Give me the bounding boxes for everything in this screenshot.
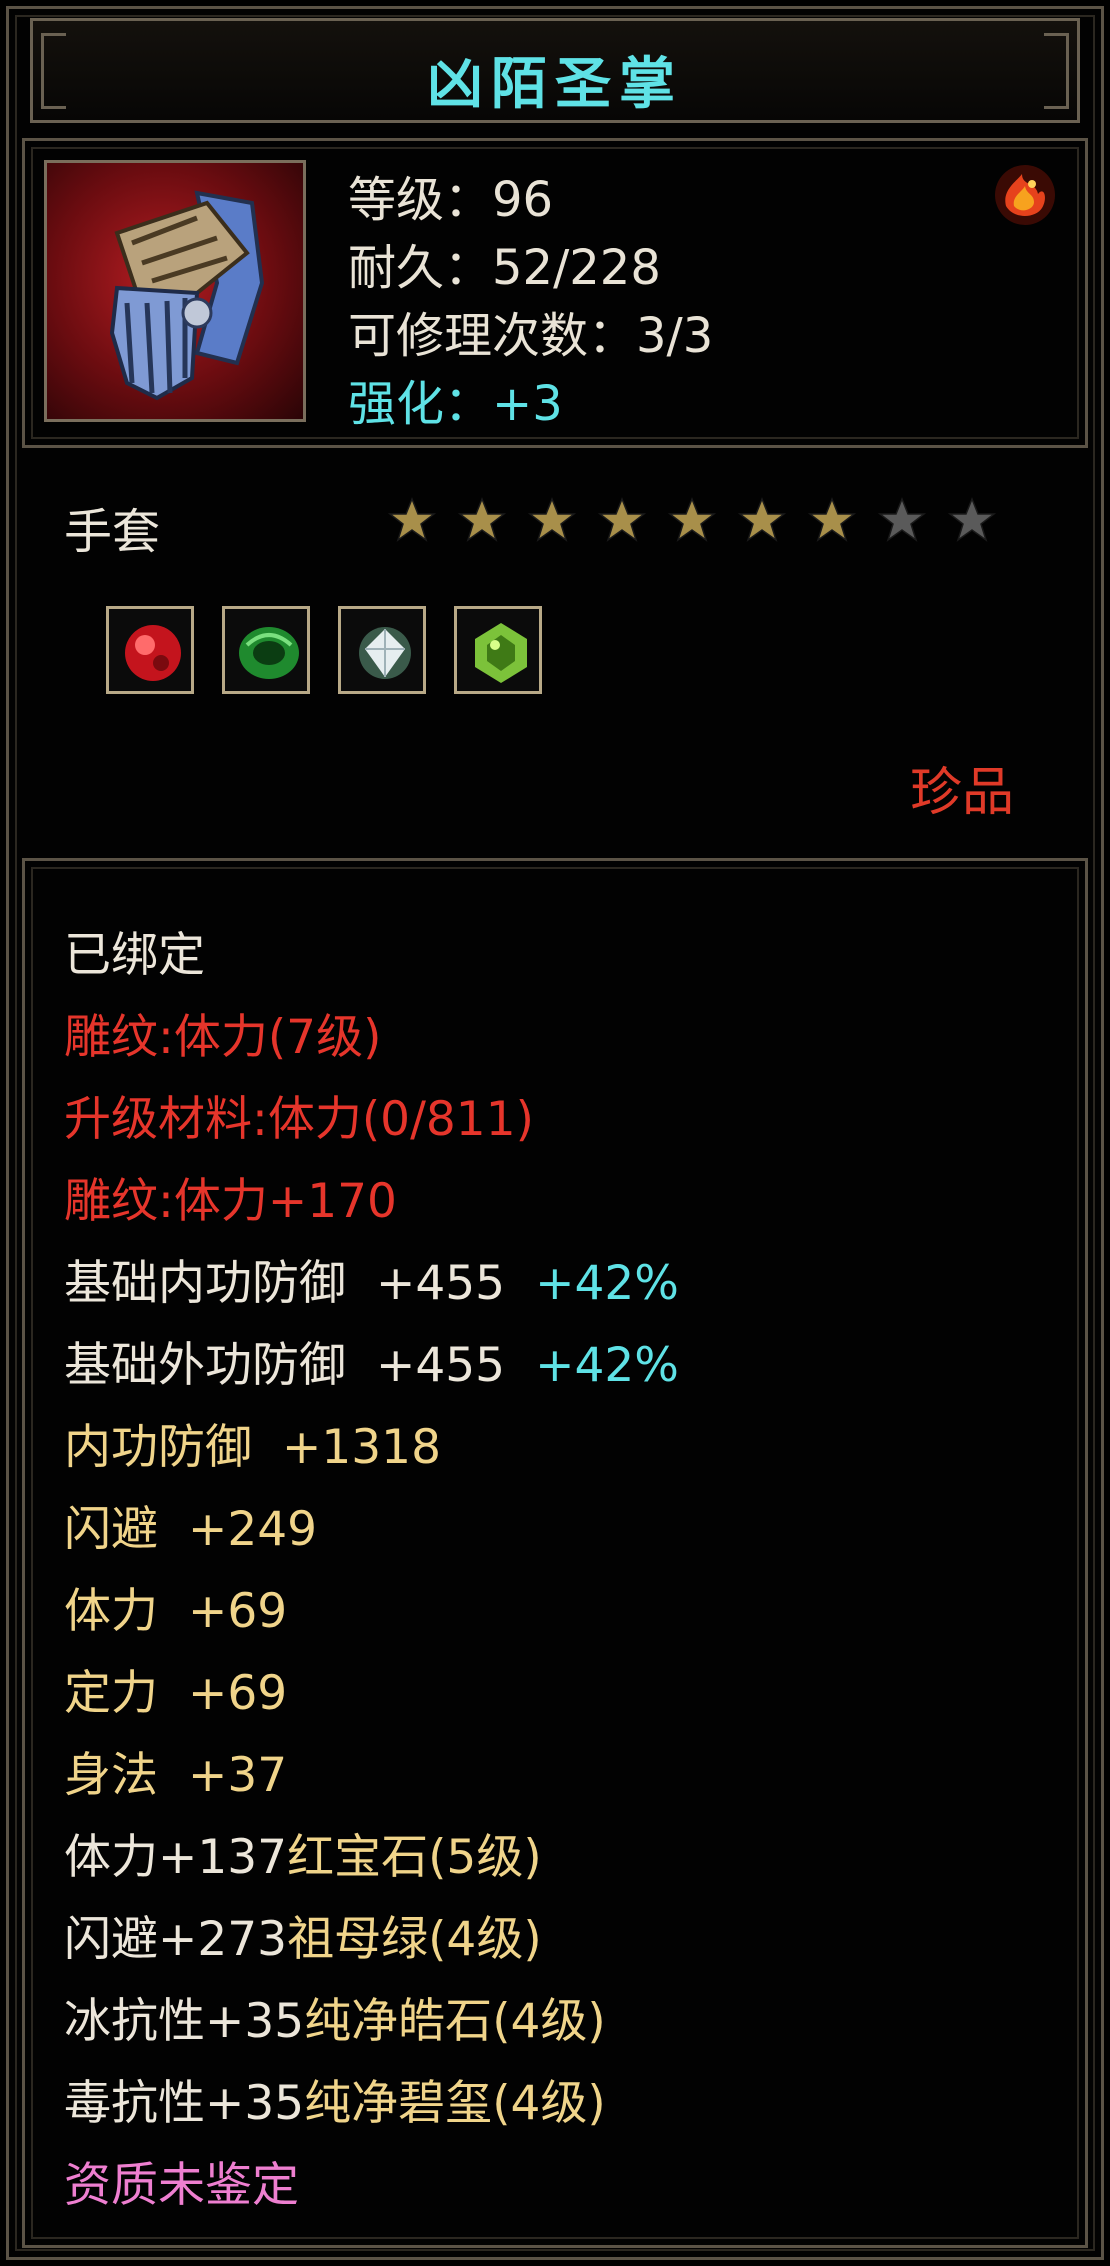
attr-label: 内功防御 — [64, 1420, 252, 1475]
gem-bonus: 毒抗性+35 — [64, 2076, 305, 2131]
star-empty-icon — [878, 496, 926, 542]
star-filled-icon — [738, 496, 786, 542]
gem-bonus: 体力+137 — [64, 1830, 288, 1885]
emerald-icon — [239, 627, 299, 679]
title-bar: 凶陌圣掌 — [30, 18, 1080, 123]
gauntlet-icon[interactable] — [44, 160, 306, 422]
base-outer-defense: 基础外功防御 +455 +42% — [64, 1326, 679, 1395]
star-filled-icon — [668, 496, 716, 542]
star-filled-icon — [388, 496, 436, 542]
repair-count-stat: 可修理次数：3/3 — [348, 308, 714, 364]
attr-label: 体力 — [64, 1584, 158, 1639]
attr-percent: +42% — [535, 1338, 679, 1393]
attr-label: 闪避 — [64, 1502, 158, 1557]
gem-bonus: 冰抗性+35 — [64, 1994, 305, 2049]
item-type: 手套 — [64, 504, 161, 560]
gem-grade: (4级) — [492, 2076, 606, 2131]
fire-element-icon — [995, 165, 1055, 225]
attr-label: 定力 — [64, 1666, 158, 1721]
gem-slot-ruby[interactable] — [106, 606, 194, 694]
attr-label: 基础内功防御 — [64, 1256, 346, 1311]
attr-value: +37 — [188, 1748, 288, 1803]
stamina: 体力 +69 — [64, 1572, 287, 1641]
gem-line-1: 体力+137红宝石(5级) — [64, 1818, 542, 1887]
upgrade-material: 升级材料:体力(0/811) — [64, 1092, 534, 1147]
dodge: 闪避 +249 — [64, 1490, 317, 1559]
gem-name: 纯净碧玺 — [304, 2076, 493, 2131]
attr-value: +455 — [376, 1338, 506, 1393]
durability-stat: 耐久：52/228 — [348, 240, 661, 296]
gem-slot-peridot[interactable] — [454, 606, 542, 694]
aptitude-status: 资质未鉴定 — [64, 2158, 299, 2213]
bound-status: 已绑定 — [64, 928, 205, 983]
gem-name: 纯净皓石 — [304, 1994, 493, 2049]
attr-label: 身法 — [64, 1748, 158, 1803]
attr-value: +69 — [188, 1584, 288, 1639]
attr-value: +69 — [188, 1666, 288, 1721]
gem-name: 红宝石 — [287, 1830, 429, 1885]
attr-value: +249 — [188, 1502, 318, 1557]
gem-name: 祖母绿 — [287, 1912, 429, 1967]
enhance-stat: 强化：+3 — [348, 376, 563, 432]
star-filled-icon — [458, 496, 506, 542]
gem-line-2: 闪避+273祖母绿(4级) — [64, 1900, 542, 1969]
gem-line-3: 冰抗性+35纯净皓石(4级) — [64, 1982, 606, 2051]
diamond-icon — [359, 627, 411, 679]
ruby-icon — [125, 625, 181, 681]
gem-grade: (4级) — [428, 1912, 542, 1967]
gem-grade: (5级) — [428, 1830, 542, 1885]
inner-defense: 内功防御 +1318 — [64, 1408, 441, 1477]
gem-bonus: 闪避+273 — [64, 1912, 288, 1967]
level-stat: 等级：96 — [348, 172, 554, 228]
attr-percent: +42% — [535, 1256, 679, 1311]
gem-slot-diamond[interactable] — [338, 606, 426, 694]
engrave-level: 雕纹:体力(7级) — [64, 1010, 382, 1065]
star-rating — [388, 496, 996, 544]
engrave-bonus: 雕纹:体力+170 — [64, 1174, 397, 1229]
attr-value: +455 — [376, 1256, 506, 1311]
star-filled-icon — [528, 496, 576, 542]
attr-label: 基础外功防御 — [64, 1338, 346, 1393]
star-filled-icon — [598, 496, 646, 542]
rarity-label: 珍品 — [910, 763, 1015, 823]
star-empty-icon — [948, 496, 996, 542]
peridot-icon — [475, 623, 527, 683]
gem-grade: (4级) — [492, 1994, 606, 2049]
attr-value: +1318 — [282, 1420, 441, 1475]
agility: 身法 +37 — [64, 1736, 287, 1805]
item-name: 凶陌圣掌 — [427, 52, 683, 117]
focus: 定力 +69 — [64, 1654, 287, 1723]
gem-slot-emerald[interactable] — [222, 606, 310, 694]
star-filled-icon — [808, 496, 856, 542]
gem-line-4: 毒抗性+35纯净碧玺(4级) — [64, 2064, 606, 2133]
base-inner-defense: 基础内功防御 +455 +42% — [64, 1244, 679, 1313]
